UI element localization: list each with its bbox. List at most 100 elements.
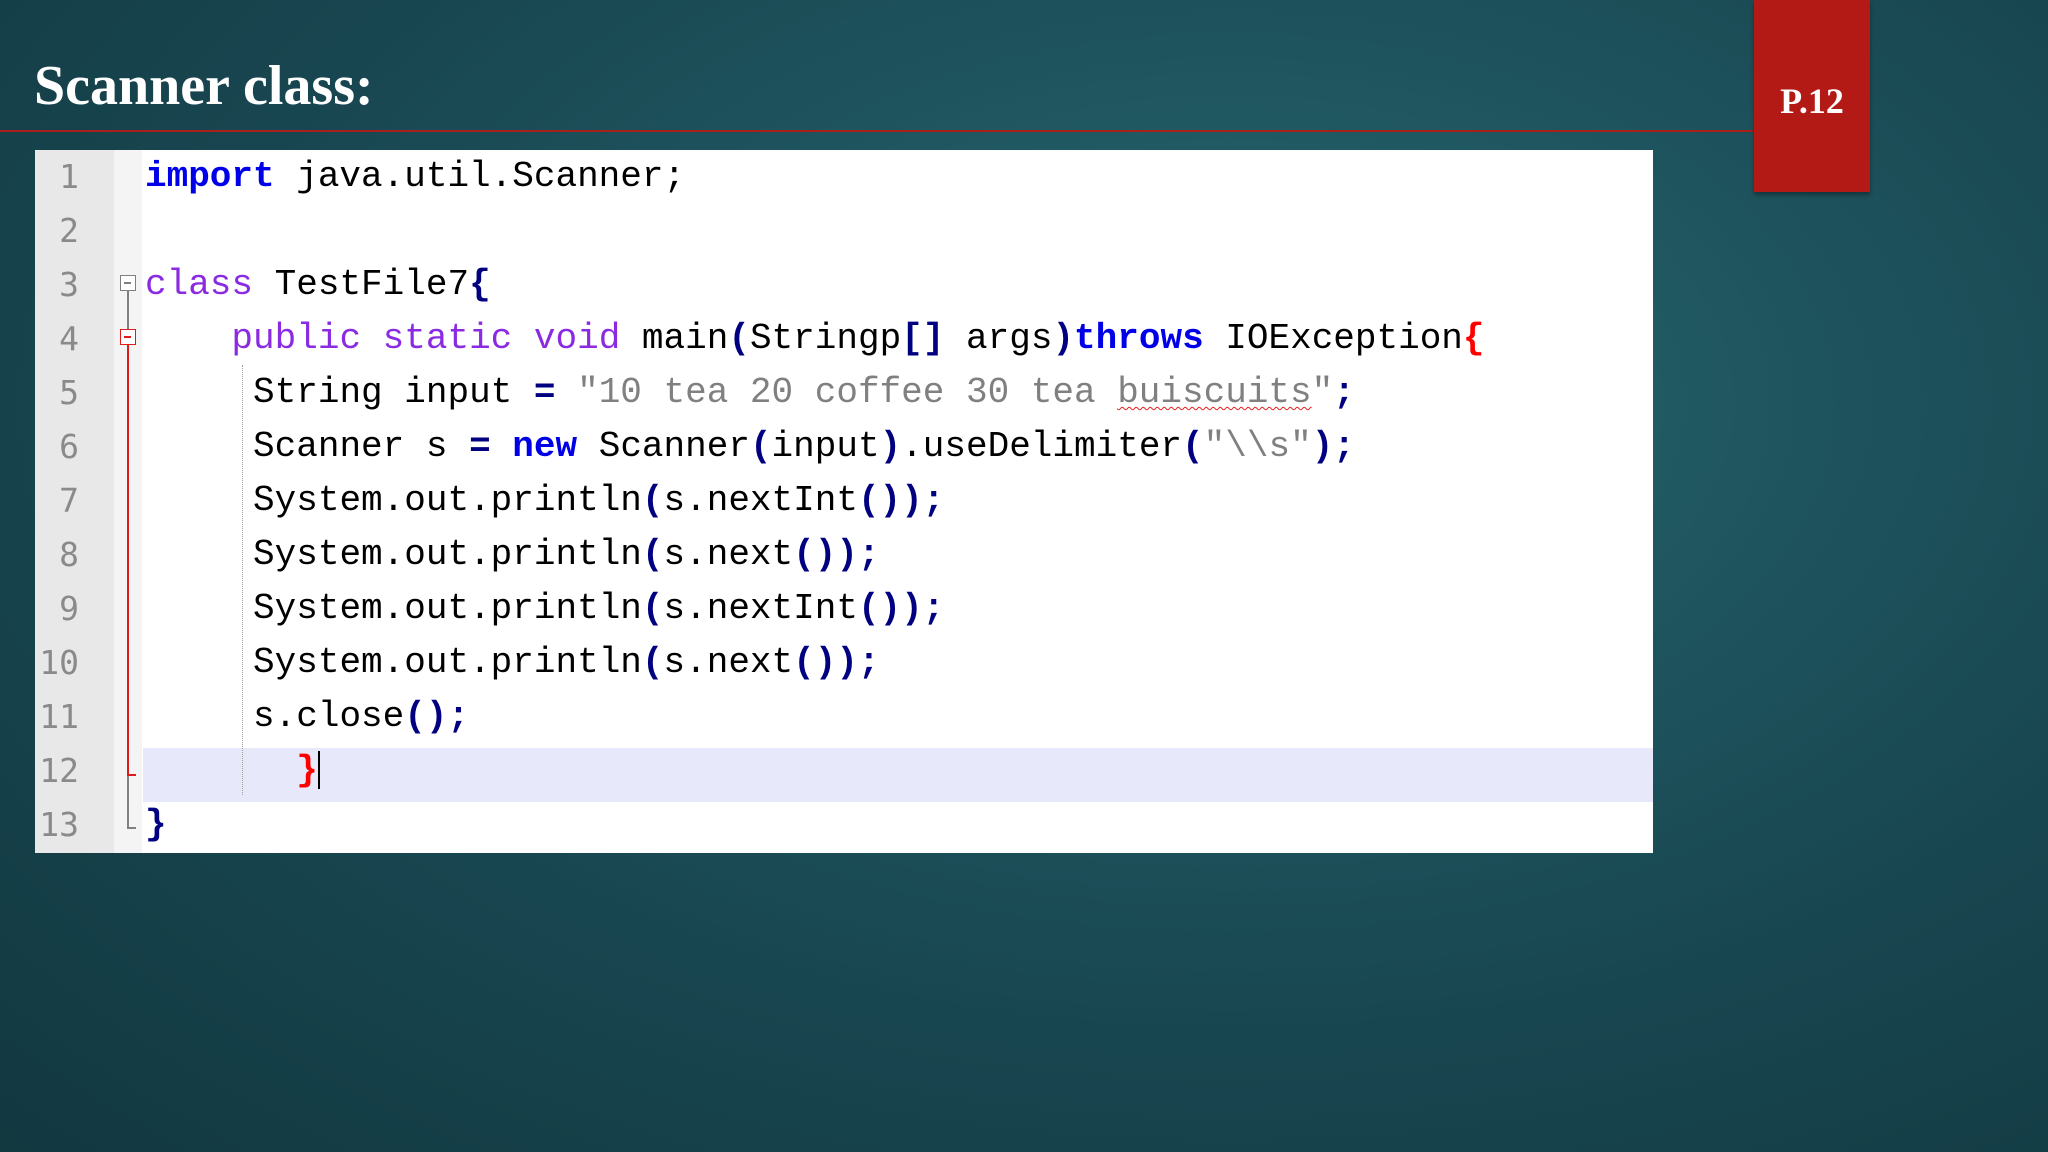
matched-brace: } xyxy=(296,750,318,791)
code-line-13[interactable]: } xyxy=(145,798,167,852)
operator: = xyxy=(533,372,556,413)
brackets: [] xyxy=(901,318,945,359)
paren: ) xyxy=(879,426,902,467)
code-text: input xyxy=(771,426,880,467)
code-text: Scanner xyxy=(577,426,750,467)
keyword: void xyxy=(533,318,621,359)
line-number: 9 xyxy=(59,589,79,628)
paren: ( xyxy=(641,534,664,575)
code-line-5[interactable]: String input = "10 tea 20 coffee 30 tea … xyxy=(145,366,1355,420)
fold-toggle-icon[interactable] xyxy=(120,329,136,345)
code-line-6[interactable]: Scanner s = new Scanner(input).useDelimi… xyxy=(145,420,1355,474)
code-text: s.next xyxy=(663,642,794,683)
paren: ) xyxy=(836,534,858,575)
string-literal: "10 tea 20 coffee 30 tea xyxy=(555,372,1118,413)
code-text: Scanner s xyxy=(253,426,470,467)
paren: ) xyxy=(1052,318,1075,359)
code-text: args xyxy=(944,318,1053,359)
line-number: 7 xyxy=(59,481,79,520)
slide-title: Scanner class: xyxy=(34,55,374,117)
code-text: main xyxy=(641,318,729,359)
code-line-3[interactable]: class TestFile7{ xyxy=(145,258,491,312)
line-number: 12 xyxy=(39,751,79,790)
semicolon: ; xyxy=(922,480,945,521)
operator: = xyxy=(469,426,491,467)
line-number: 8 xyxy=(59,535,79,574)
fold-end-tick xyxy=(127,827,136,829)
paren: () xyxy=(793,534,837,575)
line-number: 10 xyxy=(39,643,79,682)
code-text: String input xyxy=(253,372,534,413)
string-literal: "\\s" xyxy=(1203,426,1312,467)
code-text: System.out.println xyxy=(253,642,642,683)
current-line-highlight xyxy=(143,748,1653,802)
fold-margin xyxy=(114,150,142,853)
matched-brace: { xyxy=(1462,318,1485,359)
code-line-9[interactable]: System.out.println(s.nextInt()); xyxy=(145,582,944,636)
string-literal: " xyxy=(1311,372,1334,413)
keyword: class xyxy=(145,264,254,305)
fold-line xyxy=(127,776,129,828)
keyword: static xyxy=(382,318,513,359)
code-line-12[interactable]: } xyxy=(145,744,320,798)
misspelled-word: buiscuits xyxy=(1117,372,1312,413)
page-number-tab: P.12 xyxy=(1754,0,1870,192)
semicolon: ; xyxy=(1333,426,1355,467)
semicolon: ; xyxy=(922,588,945,629)
paren: ( xyxy=(641,480,664,521)
code-line-1[interactable]: import java.util.Scanner; xyxy=(145,150,685,204)
keyword: throws xyxy=(1074,318,1204,359)
semicolon: ; xyxy=(447,696,470,737)
paren: ) xyxy=(836,642,858,683)
line-number-gutter: 1 2 3 4 5 6 7 8 9 10 11 12 13 xyxy=(35,150,114,853)
line-number: 2 xyxy=(59,211,79,250)
code-text: Stringp xyxy=(749,318,902,359)
paren: ( xyxy=(641,642,664,683)
code-text: System.out.println xyxy=(253,534,642,575)
line-number: 1 xyxy=(59,157,79,196)
code-text: s.nextInt xyxy=(663,588,858,629)
line-number: 6 xyxy=(59,427,79,466)
code-line-7[interactable]: System.out.println(s.nextInt()); xyxy=(145,474,944,528)
semicolon: ; xyxy=(857,534,880,575)
code-text: TestFile7 xyxy=(253,264,470,305)
code-text: s.close xyxy=(253,696,405,737)
paren: ) xyxy=(1311,426,1334,467)
paren: () xyxy=(857,588,902,629)
keyword: public xyxy=(231,318,362,359)
keyword: new xyxy=(512,426,578,467)
line-number: 4 xyxy=(59,319,79,358)
fold-line xyxy=(127,291,129,329)
paren: ( xyxy=(641,588,664,629)
page-number-label: P.12 xyxy=(1780,81,1844,121)
code-line-4[interactable]: public static void main(Stringp[] args)t… xyxy=(145,312,1485,366)
line-number: 11 xyxy=(39,697,79,736)
code-line-11[interactable]: s.close(); xyxy=(145,690,469,744)
code-text: java.util.Scanner; xyxy=(274,156,686,197)
paren: () xyxy=(857,480,902,521)
title-underline xyxy=(0,130,1756,132)
paren: ) xyxy=(901,480,923,521)
line-number: 5 xyxy=(59,373,79,412)
code-text: System.out.println xyxy=(253,588,642,629)
line-number: 3 xyxy=(59,265,79,304)
fold-line xyxy=(127,345,129,775)
semicolon: ; xyxy=(1333,372,1355,413)
code-line-8[interactable]: System.out.println(s.next()); xyxy=(145,528,880,582)
paren: ( xyxy=(728,318,750,359)
code-line-10[interactable]: System.out.println(s.next()); xyxy=(145,636,880,690)
paren: ( xyxy=(1182,426,1204,467)
code-text: .useDelimiter xyxy=(901,426,1183,467)
code-text: System.out.println xyxy=(253,480,642,521)
fold-toggle-icon[interactable] xyxy=(120,275,136,291)
paren: () xyxy=(404,696,448,737)
code-editor[interactable]: 1 2 3 4 5 6 7 8 9 10 11 12 13 import jav… xyxy=(35,150,1653,853)
keyword: import xyxy=(145,156,275,197)
